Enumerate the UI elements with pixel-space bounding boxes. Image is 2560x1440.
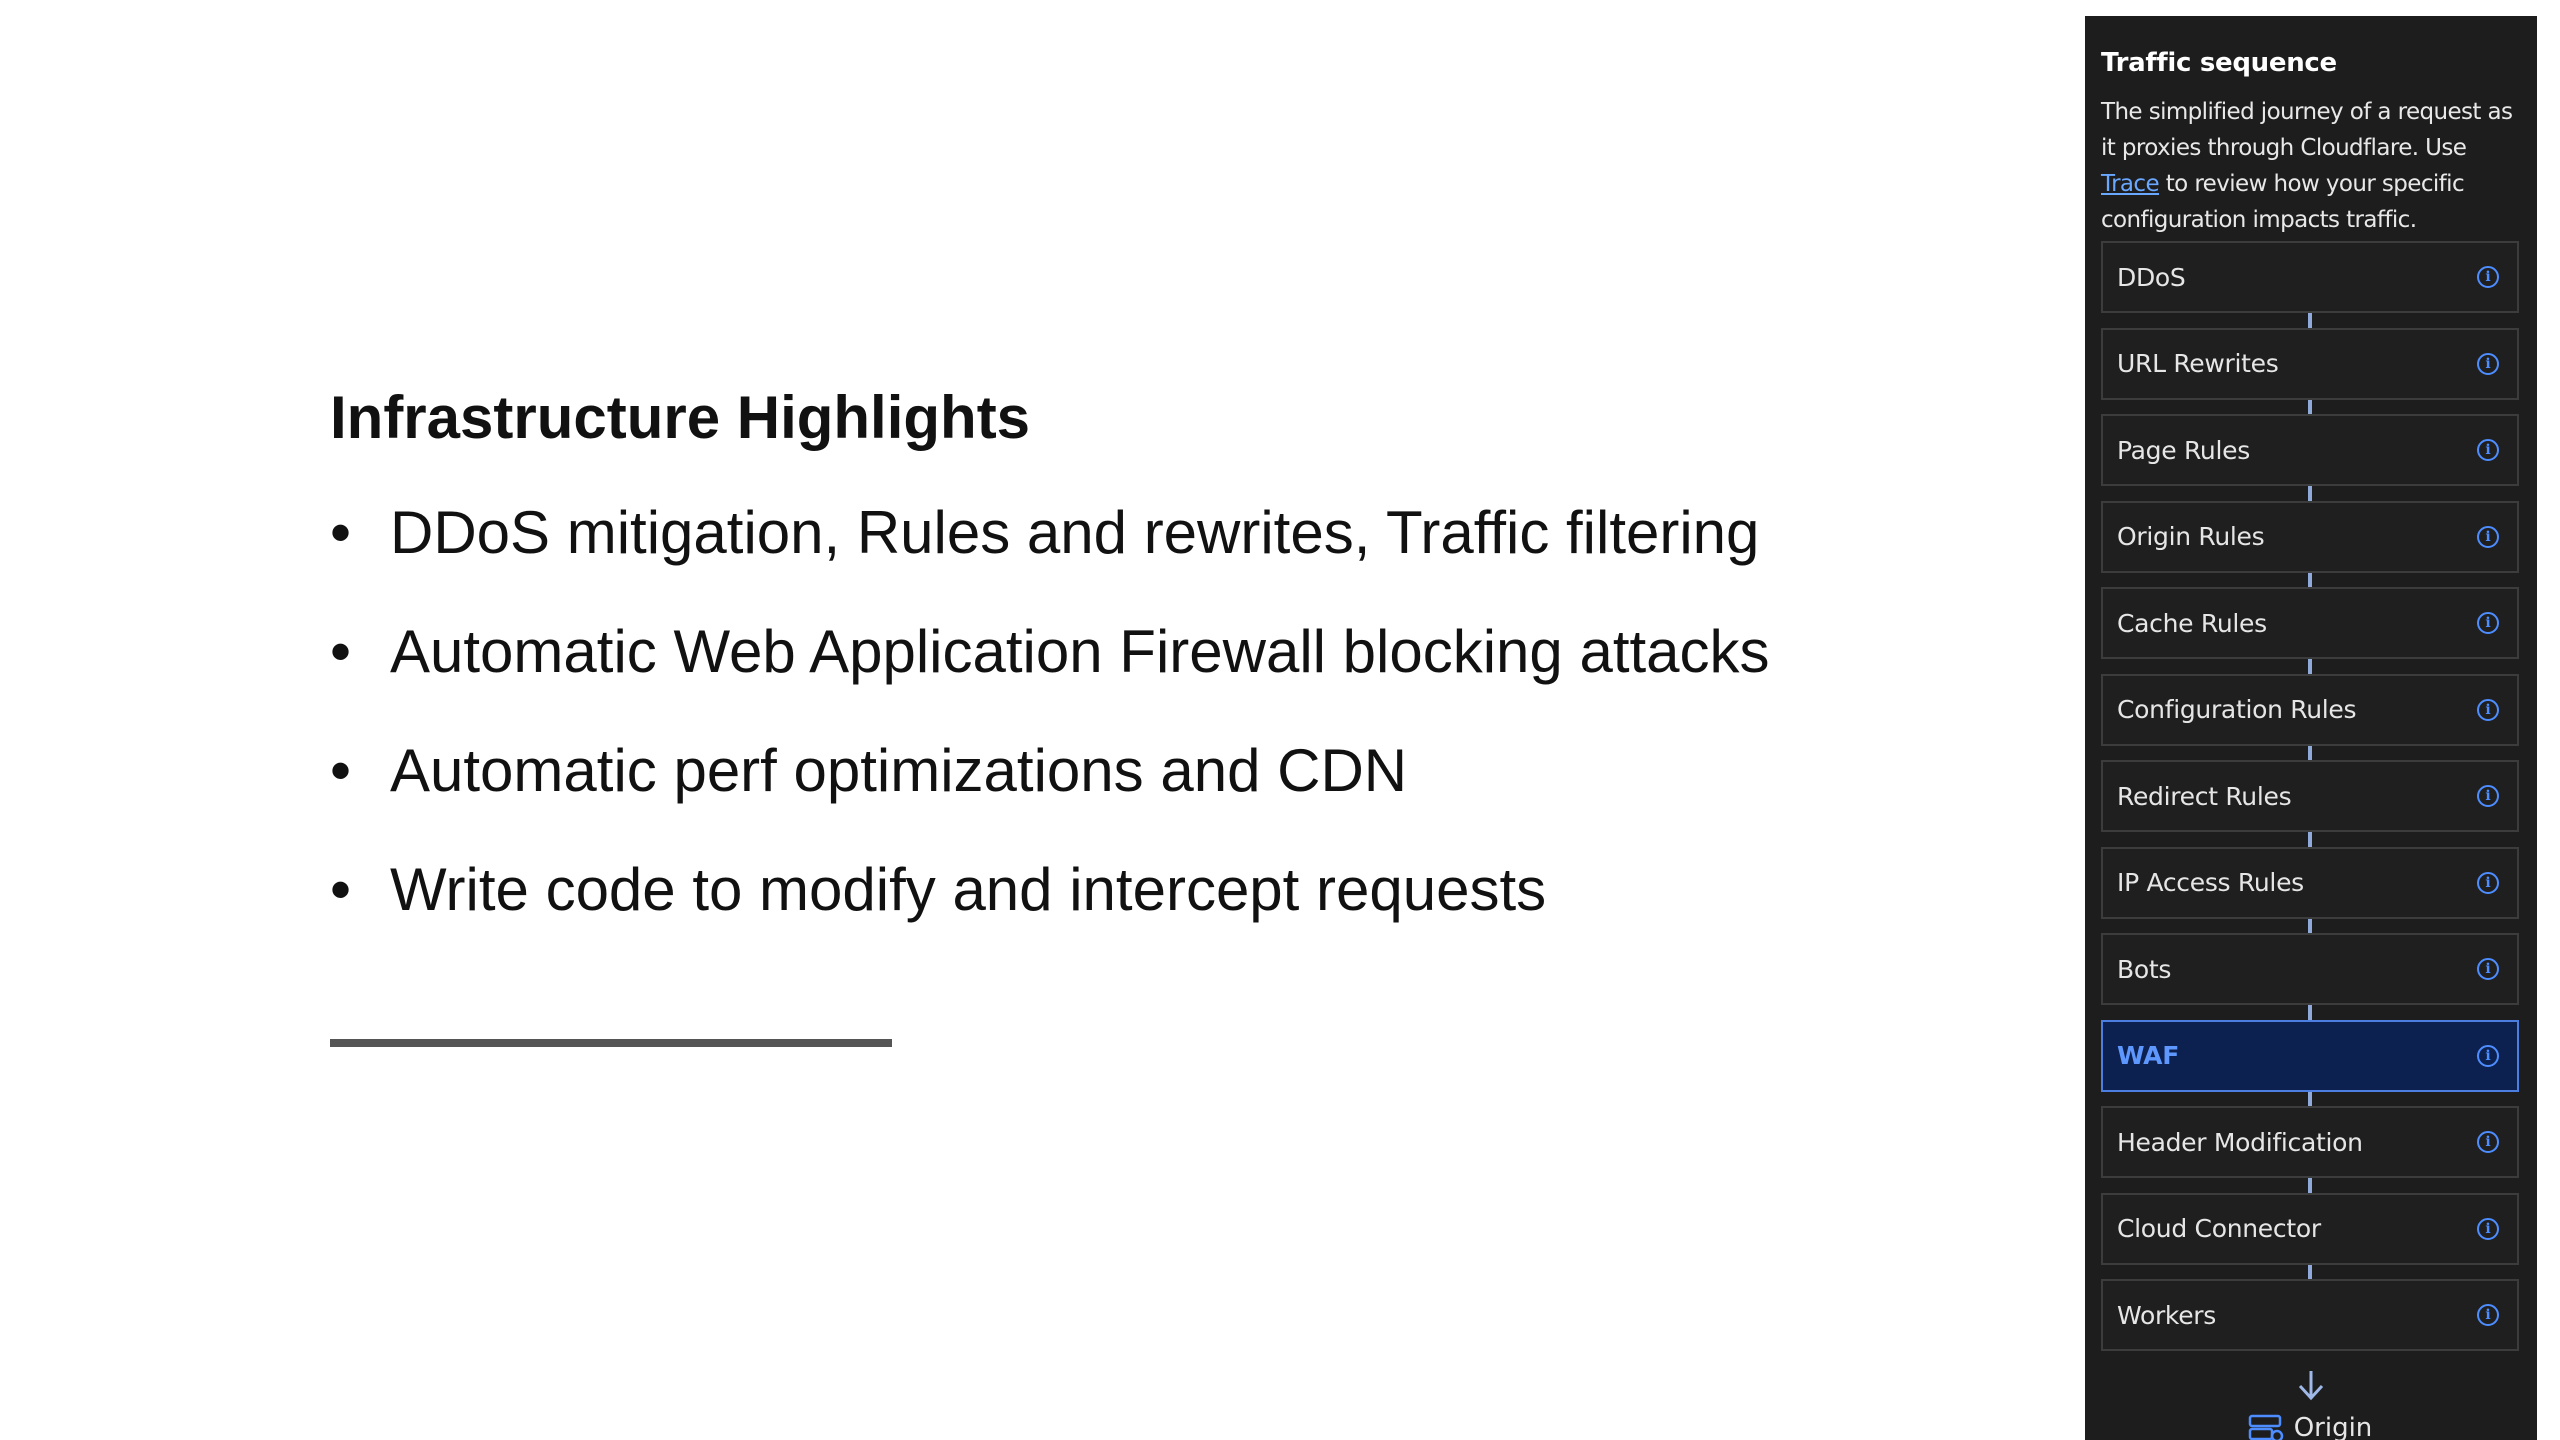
- step-label: Page Rules: [2117, 435, 2250, 465]
- step-item: Workers i: [2101, 1279, 2519, 1366]
- sequence-step-url-rewrites[interactable]: URL Rewrites i: [2101, 327, 2519, 400]
- step-connector: [2308, 659, 2312, 674]
- step-label: DDoS: [2117, 262, 2186, 292]
- info-circle-icon[interactable]: i: [2477, 958, 2499, 980]
- step-connector: [2308, 918, 2312, 933]
- bullet-text: Write code to modify and intercept reque…: [390, 856, 1547, 923]
- sequence-step-header-modification[interactable]: Header Modification i: [2101, 1106, 2519, 1178]
- bullet-item: • DDoS mitigation, Rules and rewrites, T…: [330, 497, 2030, 569]
- bullet-item: • Automatic Web Application Firewall blo…: [330, 616, 2030, 688]
- info-circle-icon[interactable]: i: [2477, 1217, 2499, 1240]
- step-connector: [2308, 1264, 2312, 1279]
- step-item: Bots i: [2101, 933, 2519, 1020]
- origin-row[interactable]: Origin: [2101, 1413, 2519, 1440]
- step-label: Header Modification: [2117, 1127, 2363, 1157]
- description-text: The simplified journey of a request as i…: [2101, 99, 2513, 161]
- info-circle-icon[interactable]: i: [2477, 352, 2499, 375]
- bullet-dot: •: [330, 737, 352, 804]
- slide-title: Infrastructure Highlights: [330, 384, 1031, 451]
- sequence-step-ddos[interactable]: DDoS i: [2101, 241, 2519, 313]
- step-item: Header Modification i: [2101, 1106, 2519, 1193]
- server-icon: [2248, 1414, 2283, 1440]
- step-connector: [2308, 313, 2312, 328]
- step-item: Cloud Connector i: [2101, 1192, 2519, 1279]
- bullet-text: Automatic perf optimizations and CDN: [390, 737, 1408, 804]
- step-item: Cache Rules i: [2101, 587, 2519, 674]
- traffic-sequence-panel: Traffic sequence The simplified journey …: [2085, 16, 2537, 1440]
- bullet-text: Automatic Web Application Firewall block…: [390, 618, 1770, 685]
- step-label: WAF: [2117, 1041, 2179, 1070]
- step-item: IP Access Rules i: [2101, 846, 2519, 933]
- bullet-dot: •: [330, 499, 352, 566]
- info-circle-icon[interactable]: i: [2477, 785, 2499, 807]
- sequence-step-origin-rules[interactable]: Origin Rules i: [2101, 500, 2519, 573]
- sequence-steps: DDoS i URL Rewrites i Page Rules i Origin Rule…: [2101, 241, 2519, 1366]
- step-item: WAF i: [2101, 1019, 2519, 1106]
- info-circle-icon[interactable]: i: [2477, 266, 2499, 288]
- sequence-step-ip-access-rules[interactable]: IP Access Rules i: [2101, 846, 2519, 919]
- sequence-step-cloud-connector[interactable]: Cloud Connector i: [2101, 1192, 2519, 1265]
- step-item: DDoS i: [2101, 241, 2519, 328]
- bullet-list: • DDoS mitigation, Rules and rewrites, T…: [330, 497, 2030, 926]
- bullet-text: DDoS mitigation, Rules and rewrites, Tra…: [390, 499, 1760, 566]
- panel-description: The simplified journey of a request as i…: [2101, 94, 2527, 238]
- divider-line: [330, 1039, 892, 1047]
- panel-title: Traffic sequence: [2101, 48, 2337, 78]
- info-circle-icon[interactable]: i: [2477, 1131, 2499, 1153]
- step-label: Cloud Connector: [2117, 1214, 2321, 1243]
- step-connector: [2308, 1178, 2312, 1193]
- sequence-step-waf[interactable]: WAF i: [2101, 1019, 2519, 1092]
- sequence-step-workers[interactable]: Workers i: [2101, 1279, 2519, 1351]
- step-label: Bots: [2117, 954, 2172, 984]
- sequence-step-page-rules[interactable]: Page Rules i: [2101, 414, 2519, 486]
- step-item: URL Rewrites i: [2101, 327, 2519, 414]
- slide-content: Infrastructure Highlights • DDoS mitigat…: [330, 385, 2030, 973]
- step-item: Origin Rules i: [2101, 500, 2519, 587]
- step-label: Workers: [2117, 1300, 2216, 1330]
- step-connector: [2308, 832, 2312, 847]
- sequence-step-bots[interactable]: Bots i: [2101, 933, 2519, 1005]
- sequence-step-redirect-rules[interactable]: Redirect Rules i: [2101, 760, 2519, 832]
- step-label: Redirect Rules: [2117, 781, 2292, 811]
- bullet-dot: •: [330, 856, 352, 923]
- info-circle-icon[interactable]: i: [2477, 439, 2499, 461]
- info-circle-icon[interactable]: i: [2477, 871, 2499, 894]
- sequence-step-configuration-rules[interactable]: Configuration Rules i: [2101, 673, 2519, 746]
- info-circle-icon[interactable]: i: [2477, 1304, 2499, 1326]
- step-item: Redirect Rules i: [2101, 760, 2519, 847]
- step-label: Cache Rules: [2117, 608, 2267, 638]
- step-item: Page Rules i: [2101, 414, 2519, 501]
- step-item: Configuration Rules i: [2101, 673, 2519, 760]
- origin-destination: Origin: [2101, 1369, 2519, 1440]
- step-connector: [2308, 399, 2312, 414]
- sequence-step-cache-rules[interactable]: Cache Rules i: [2101, 587, 2519, 659]
- arrow-down-icon: [2298, 1371, 2324, 1401]
- bullet-item: • Automatic perf optimizations and CDN: [330, 735, 2030, 807]
- info-circle-icon[interactable]: i: [2477, 612, 2499, 634]
- info-circle-icon[interactable]: i: [2477, 525, 2499, 548]
- step-label: Configuration Rules: [2117, 695, 2357, 724]
- step-connector: [2308, 486, 2312, 501]
- step-label: URL Rewrites: [2117, 349, 2279, 378]
- step-label: IP Access Rules: [2117, 868, 2304, 897]
- step-label: Origin Rules: [2117, 522, 2265, 551]
- info-circle-icon[interactable]: i: [2477, 1044, 2499, 1067]
- trace-link[interactable]: Trace: [2101, 171, 2160, 197]
- info-circle-icon[interactable]: i: [2477, 698, 2499, 721]
- step-connector: [2308, 572, 2312, 587]
- bullet-dot: •: [330, 618, 352, 685]
- step-connector: [2308, 1005, 2312, 1020]
- bullet-item: • Write code to modify and intercept req…: [330, 854, 2030, 926]
- step-connector: [2308, 1091, 2312, 1106]
- origin-label: Origin: [2293, 1413, 2373, 1440]
- step-connector: [2308, 745, 2312, 760]
